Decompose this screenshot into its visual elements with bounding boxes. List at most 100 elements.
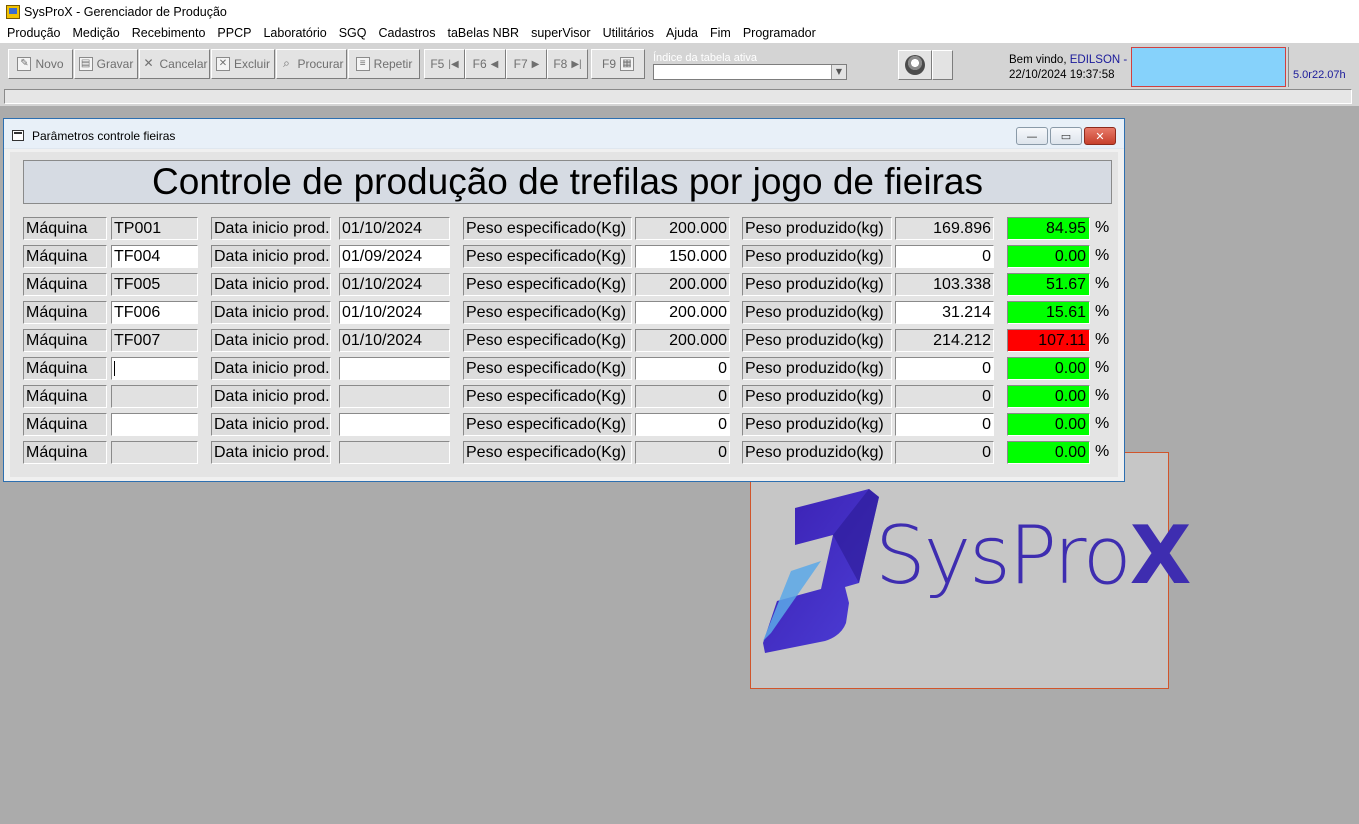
produced-weight-field[interactable]: 169.896 (895, 217, 994, 240)
machine-field[interactable]: TF004 (111, 245, 198, 268)
close-button[interactable]: ✕ (1084, 127, 1116, 145)
produced-weight-label: Peso produzido(kg) (742, 385, 892, 408)
machine-label: Máquina (23, 301, 107, 324)
start-date-field[interactable]: 01/10/2024 (339, 217, 450, 240)
menu-recebimento[interactable]: Recebimento (126, 26, 212, 40)
menu-ppcp[interactable]: PPCP (211, 26, 257, 40)
percent-indicator: 107.11 (1007, 329, 1090, 352)
repeat-button[interactable]: ≡ Repetir (348, 49, 420, 79)
produced-weight-field[interactable]: 0 (895, 441, 994, 464)
produced-weight-field[interactable]: 0 (895, 385, 994, 408)
machine-label: Máquina (23, 273, 107, 296)
page-title: Controle de produção de trefilas por jog… (23, 160, 1112, 204)
menu-producao[interactable]: Produção (1, 26, 67, 40)
produced-weight-field[interactable]: 0 (895, 245, 994, 268)
user-avatar-icon (905, 55, 925, 75)
specified-weight-label: Peso especificado(Kg) (463, 413, 632, 436)
start-date-field[interactable]: 01/10/2024 (339, 301, 450, 324)
welcome-info: Bem vindo, EDILSON - 22/10/2024 19:37:58 (1009, 53, 1127, 83)
machine-field[interactable]: TF007 (111, 329, 198, 352)
cancel-button[interactable]: ✕ Cancelar (139, 49, 210, 79)
search-button[interactable]: ⌕ Procurar (276, 49, 347, 79)
datetime: 22/10/2024 19:37:58 (1009, 69, 1115, 81)
produced-weight-label: Peso produzido(kg) (742, 273, 892, 296)
start-date-field[interactable] (339, 385, 450, 408)
percent-sign: % (1095, 387, 1110, 404)
user-name: EDILSON - (1069, 54, 1128, 66)
produced-weight-field[interactable]: 0 (895, 357, 994, 380)
start-date-field[interactable] (339, 413, 450, 436)
produced-weight-label: Peso produzido(kg) (742, 441, 892, 464)
start-date-field[interactable] (339, 357, 450, 380)
child-titlebar[interactable]: Parâmetros controle fieiras — ▭ ✕ (4, 119, 1124, 149)
specified-weight-field[interactable]: 0 (635, 357, 730, 380)
percent-sign: % (1095, 331, 1110, 348)
delete-button[interactable]: ✕ Excluir (211, 49, 275, 79)
machine-field[interactable] (111, 441, 198, 464)
produced-weight-field[interactable]: 103.338 (895, 273, 994, 296)
previous-record-button[interactable]: F6 ◀ (465, 49, 506, 79)
index-select[interactable]: ▼ (653, 64, 847, 80)
menu-sgq[interactable]: SGQ (333, 26, 373, 40)
specified-weight-field[interactable]: 200.000 (635, 329, 730, 352)
specified-weight-field[interactable]: 0 (635, 385, 730, 408)
binoculars-icon: ⌕ (283, 56, 290, 70)
produced-weight-field[interactable]: 0 (895, 413, 994, 436)
last-icon: ▶| (571, 58, 582, 70)
start-date-field[interactable] (339, 441, 450, 464)
new-button[interactable]: ✎ Novo (8, 49, 73, 79)
machine-field[interactable] (111, 357, 198, 380)
percent-indicator: 51.67 (1007, 273, 1090, 296)
machine-field[interactable] (111, 413, 198, 436)
menu-supervisor[interactable]: superVisor (525, 26, 597, 40)
percent-indicator: 0.00 (1007, 413, 1090, 436)
first-record-button[interactable]: F5 |◀ (424, 49, 465, 79)
menu-programador[interactable]: Programador (737, 26, 822, 40)
specified-weight-label: Peso especificado(Kg) (463, 273, 632, 296)
start-date-label: Data inicio prod. (211, 273, 331, 296)
start-date-label: Data inicio prod. (211, 413, 331, 436)
window-title: SysProX - Gerenciador de Produção (24, 4, 227, 19)
specified-weight-field[interactable]: 0 (635, 441, 730, 464)
last-record-button[interactable]: F8 ▶| (547, 49, 588, 79)
minimize-button[interactable]: — (1016, 127, 1048, 145)
menu-ajuda[interactable]: Ajuda (660, 26, 704, 40)
start-date-field[interactable]: 01/10/2024 (339, 329, 450, 352)
menu-laboratorio[interactable]: Laboratório (257, 26, 332, 40)
produced-weight-field[interactable]: 31.214 (895, 301, 994, 324)
percent-sign: % (1095, 303, 1110, 320)
user-extra-button[interactable] (932, 50, 953, 80)
maximize-button[interactable]: ▭ (1050, 127, 1082, 145)
user-button[interactable] (898, 50, 932, 80)
chevron-down-icon[interactable]: ▼ (831, 65, 846, 79)
menu-fim[interactable]: Fim (704, 26, 737, 40)
start-date-field[interactable]: 01/10/2024 (339, 273, 450, 296)
table-view-button[interactable]: F9 ▦ (591, 49, 645, 79)
specified-weight-field[interactable]: 150.000 (635, 245, 730, 268)
menu-medicao[interactable]: Medição (67, 26, 126, 40)
machine-row: Máquina TF004 Data inicio prod. 01/09/2024 P… (10, 243, 1118, 269)
machine-label: Máquina (23, 357, 107, 380)
save-button[interactable]: ▤ Gravar (74, 49, 138, 79)
machine-row: Máquina TP001 Data inicio prod. 01/10/2024 P… (10, 215, 1118, 241)
text-caret (114, 361, 115, 377)
machine-label: Máquina (23, 217, 107, 240)
machine-field[interactable]: TP001 (111, 217, 198, 240)
percent-indicator: 15.61 (1007, 301, 1090, 324)
machine-field[interactable]: TF006 (111, 301, 198, 324)
specified-weight-field[interactable]: 200.000 (635, 301, 730, 324)
specified-weight-field[interactable]: 200.000 (635, 273, 730, 296)
menu-cadastros[interactable]: Cadastros (373, 26, 442, 40)
menu-tabelas-nbr[interactable]: taBelas NBR (442, 26, 526, 40)
specified-weight-field[interactable]: 0 (635, 413, 730, 436)
start-date-field[interactable]: 01/09/2024 (339, 245, 450, 268)
produced-weight-field[interactable]: 214.212 (895, 329, 994, 352)
machine-row: Máquina Data inicio prod. Peso especificad… (10, 439, 1118, 465)
specified-weight-field[interactable]: 200.000 (635, 217, 730, 240)
menu-utilitarios[interactable]: Utilitários (597, 26, 660, 40)
percent-sign: % (1095, 219, 1110, 236)
machine-field[interactable]: TF005 (111, 273, 198, 296)
next-record-button[interactable]: F7 ▶ (506, 49, 547, 79)
machine-field[interactable] (111, 385, 198, 408)
version-label: 5.0r22.07h (1293, 69, 1346, 81)
